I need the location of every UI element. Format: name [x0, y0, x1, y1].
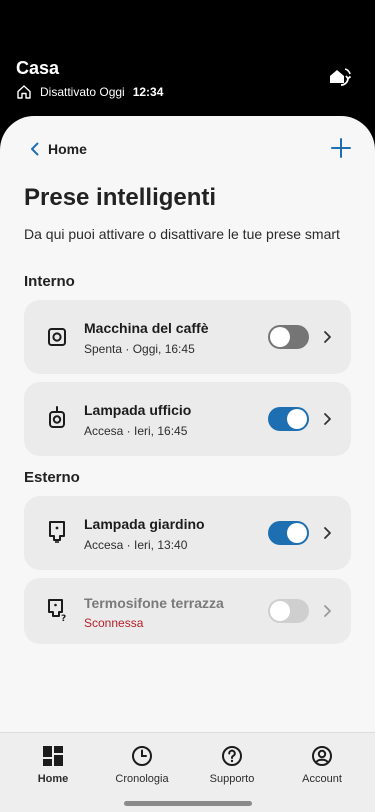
home-status: Disattivato Oggi 12:34 — [16, 84, 163, 100]
tab-cronologia[interactable]: Cronologia — [97, 745, 187, 785]
chevron-right-icon[interactable] — [322, 412, 332, 426]
chevron-left-icon — [31, 142, 39, 156]
device-card-office-lamp[interactable]: Lampada ufficio Accesa · Ieri, 16:45 — [24, 382, 351, 456]
chevron-right-icon[interactable] — [322, 604, 332, 618]
clock-icon — [132, 746, 152, 766]
toggle-knob — [287, 409, 307, 429]
account-icon — [312, 746, 332, 766]
toggle-knob — [270, 601, 290, 621]
device-status: Sconnessa — [84, 616, 144, 630]
device-name: Macchina del caffè — [84, 320, 209, 336]
toggle-switch[interactable] — [268, 325, 309, 349]
chevron-right-icon[interactable] — [322, 526, 332, 540]
add-icon[interactable] — [329, 136, 353, 160]
tab-label: Account — [302, 773, 342, 785]
toggle-switch[interactable] — [268, 521, 309, 545]
tab-supporto[interactable]: Supporto — [187, 745, 277, 785]
home-switch-icon[interactable] — [325, 64, 353, 92]
house-icon — [17, 85, 31, 99]
svg-text:?: ? — [61, 614, 66, 622]
device-card-coffee[interactable]: Macchina del caffè Spenta · Oggi, 16:45 — [24, 300, 351, 374]
tab-bar: Home Cronologia Supporto Account — [0, 732, 375, 812]
main-sheet: Home Prese intelligenti Da qui puoi atti… — [0, 116, 375, 812]
toggle-switch[interactable] — [268, 599, 309, 623]
section-esterno: Esterno — [24, 469, 80, 486]
tab-label: Supporto — [209, 773, 255, 785]
device-card-garden-lamp[interactable]: Lampada giardino Accesa · Ieri, 13:40 — [24, 496, 351, 570]
toggle-knob — [270, 327, 290, 347]
status-time: 12:34 — [132, 85, 164, 99]
status-text: Disattivato Oggi — [40, 85, 125, 99]
device-name: Lampada giardino — [84, 516, 205, 532]
home-indicator — [124, 801, 252, 806]
page-description: Da qui puoi attivare o disattivare le tu… — [24, 226, 340, 242]
back-button[interactable]: Home — [28, 141, 87, 157]
device-status: Accesa · Ieri, 13:40 — [84, 538, 188, 552]
smart-plug-icon — [49, 406, 65, 428]
tab-account[interactable]: Account — [277, 745, 367, 785]
tab-label: Cronologia — [115, 773, 169, 785]
section-interno: Interno — [24, 273, 75, 290]
device-name: Termosifone terrazza — [84, 595, 224, 611]
socket-icon — [48, 328, 66, 346]
page-title: Prese intelligenti — [24, 184, 217, 211]
back-label: Home — [48, 141, 87, 157]
device-status: Accesa · Ieri, 16:45 — [84, 424, 188, 438]
toggle-knob — [287, 523, 307, 543]
device-card-terrace-heater[interactable]: ? Termosifone terrazza Sconnessa — [24, 578, 351, 644]
tab-label: Home — [37, 773, 69, 785]
device-status: Spenta · Oggi, 16:45 — [84, 342, 195, 356]
tab-home[interactable]: Home — [8, 745, 98, 785]
help-icon — [222, 746, 242, 766]
home-name: Casa — [16, 58, 60, 78]
dashboard-icon — [43, 746, 63, 766]
chevron-right-icon[interactable] — [322, 330, 332, 344]
toggle-switch[interactable] — [268, 407, 309, 431]
outdoor-plug-icon — [49, 521, 65, 543]
device-name: Lampada ufficio — [84, 402, 192, 418]
plug-disconnected-icon: ? — [48, 599, 66, 622]
